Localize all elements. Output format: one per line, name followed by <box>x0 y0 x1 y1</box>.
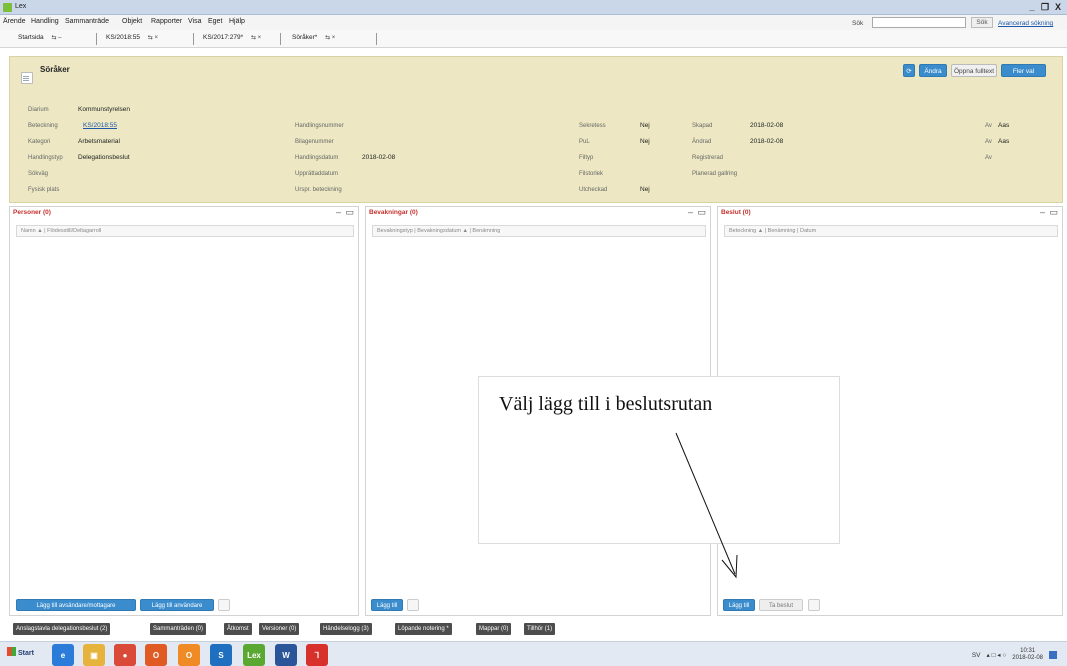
show-desktop-icon[interactable] <box>1049 651 1057 659</box>
tab-lopande-notering[interactable]: Löpande notering * <box>395 623 452 635</box>
acrobat-icon[interactable]: ⅂ <box>306 644 328 666</box>
tab-mappar[interactable]: Mappar (0) <box>476 623 512 635</box>
tab-versioner[interactable]: Versioner (0) <box>259 623 300 635</box>
outlook-icon[interactable]: O <box>178 644 200 666</box>
taskbar: Start e ▣ ● O O S Lex W ⅂ SV ▴ □ ◂ ○ 10:31 2018-… <box>0 641 1067 666</box>
start-label: Start <box>18 650 34 657</box>
word-icon[interactable]: W <box>275 644 297 666</box>
language-indicator[interactable]: SV <box>972 652 981 659</box>
outlook-app-icon[interactable]: O <box>145 644 167 666</box>
skype-icon[interactable]: S <box>210 644 232 666</box>
instruction-arrow <box>675 432 738 579</box>
system-tray: SV ▴ □ ◂ ○ 10:31 2018-02-08 <box>972 648 1057 662</box>
tab-handelselogg[interactable]: Händelselogg (3) <box>320 623 372 635</box>
tab-anslagstavla[interactable]: Anslagstavla delegationsbeslut (2) <box>13 623 111 635</box>
tab-tillhor[interactable]: Tillhör (1) <box>524 623 556 635</box>
clock[interactable]: 10:31 2018-02-08 <box>1012 648 1043 662</box>
tab-atkomst[interactable]: Åtkomst <box>224 623 252 635</box>
folder-icon[interactable]: ▣ <box>83 644 105 666</box>
ie-icon[interactable]: e <box>52 644 74 666</box>
tab-sammantraden[interactable]: Sammanträden (0) <box>150 623 207 635</box>
tray-icons[interactable]: ▴ □ ◂ ○ <box>987 651 1007 659</box>
chrome-icon[interactable]: ● <box>114 644 136 666</box>
clock-time: 10:31 <box>1020 648 1036 654</box>
windows-flag-icon <box>7 647 16 656</box>
clock-date: 2018-02-08 <box>1012 655 1043 661</box>
lex-icon[interactable]: Lex <box>243 644 265 666</box>
start-button[interactable]: Start <box>7 647 34 657</box>
bottom-tabs: Anslagstavla delegationsbeslut (2) Samma… <box>0 622 1067 636</box>
